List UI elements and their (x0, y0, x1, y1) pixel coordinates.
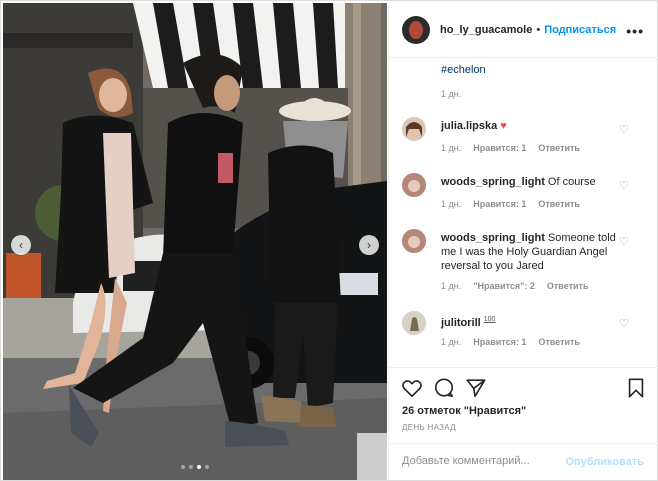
carousel-dot[interactable] (189, 465, 193, 469)
comment-time: 1 дн. (441, 281, 462, 291)
reply-button[interactable]: Ответить (538, 199, 580, 209)
post-date: ДЕНЬ НАЗАД (402, 423, 456, 432)
comment-bubble-icon[interactable] (433, 377, 455, 399)
comment-text: woods_spring_light Someone told me I was … (441, 231, 621, 273)
post-header: ho_ly_guacamole • Подписаться ••• (389, 3, 658, 58)
carousel-prev-button[interactable]: ‹ (11, 235, 31, 255)
author-username[interactable]: ho_ly_guacamole (440, 24, 532, 36)
comment-likes[interactable]: Нравится: 1 (473, 337, 526, 347)
post-side-panel: ho_ly_guacamole • Подписаться ••• #echel… (388, 3, 658, 480)
chevron-left-icon: ‹ (19, 238, 23, 252)
like-comment-icon[interactable]: ♡ (619, 237, 629, 248)
comments-list[interactable]: #echelon 1 дн. julia.lipska ♥ ♡ 1 дн. Нра… (389, 59, 658, 367)
like-comment-icon[interactable]: ♡ (619, 319, 629, 330)
commenter-avatar[interactable] (402, 117, 426, 141)
comment-likes[interactable]: Нравится: 1 (473, 199, 526, 209)
post-dialog: ‹ › ho_ly_guacamole • Подписаться ••• #e… (0, 0, 658, 481)
comment-meta: 1 дн. "Нравится": 2 Ответить (441, 281, 588, 291)
comment-time: 1 дн. (441, 199, 462, 209)
comment-input[interactable] (402, 455, 562, 467)
comment-text: julitorill 100 (441, 313, 621, 330)
publish-button[interactable]: Опубликовать (565, 456, 644, 468)
like-comment-icon[interactable]: ♡ (619, 125, 629, 136)
avatar[interactable] (402, 16, 430, 44)
comment-username[interactable]: julitorill (441, 317, 481, 329)
street-scene-image (3, 3, 387, 480)
add-comment-section: Опубликовать (389, 443, 658, 480)
caption-hashtag[interactable]: #echelon (441, 64, 486, 76)
comment-username[interactable]: woods_spring_light (441, 176, 545, 188)
comment-text: woods_spring_light Of course (441, 175, 621, 189)
carousel-dot[interactable] (181, 465, 185, 469)
reply-button[interactable]: Ответить (538, 337, 580, 347)
heart-emoji: ♥ (500, 120, 507, 132)
more-options-icon[interactable]: ••• (626, 23, 644, 39)
reply-button[interactable]: Ответить (547, 281, 589, 291)
follow-button[interactable]: Подписаться (544, 24, 616, 36)
carousel-next-button[interactable]: › (359, 235, 379, 255)
chevron-right-icon: › (367, 238, 371, 252)
comment-meta: 1 дн. Нравится: 1 Ответить (441, 199, 580, 209)
comment-meta: 1 дн. Нравится: 1 Ответить (441, 143, 580, 153)
like-comment-icon[interactable]: ♡ (619, 181, 629, 192)
reply-button[interactable]: Ответить (538, 143, 580, 153)
hundred-points-emoji: 100 (483, 316, 496, 323)
comment-likes[interactable]: "Нравится": 2 (473, 281, 535, 291)
comment-username[interactable]: woods_spring_light (441, 232, 545, 244)
likes-count[interactable]: 26 отметок "Нравится" (402, 405, 526, 417)
commenter-avatar[interactable] (402, 173, 426, 197)
carousel-dot-active[interactable] (197, 465, 201, 469)
commenter-avatar[interactable] (402, 311, 426, 335)
carousel-dots (3, 465, 387, 469)
comment-body: Of course (547, 176, 596, 188)
comment-username[interactable]: julia.lipska (441, 120, 497, 132)
share-send-icon[interactable] (465, 377, 487, 399)
caption-timestamp: 1 дн. (441, 89, 462, 99)
bookmark-icon[interactable] (625, 377, 647, 399)
carousel-dot[interactable] (205, 465, 209, 469)
like-heart-icon[interactable] (401, 377, 423, 399)
comment-time: 1 дн. (441, 143, 462, 153)
header-separator: • (536, 24, 541, 36)
comment-text: julia.lipska ♥ (441, 119, 621, 133)
post-photo[interactable]: ‹ › (3, 3, 387, 480)
comment-meta: 1 дн. Нравится: 1 Ответить (441, 337, 580, 347)
comment-likes[interactable]: Нравится: 1 (473, 143, 526, 153)
commenter-avatar[interactable] (402, 229, 426, 253)
comment-time: 1 дн. (441, 337, 462, 347)
